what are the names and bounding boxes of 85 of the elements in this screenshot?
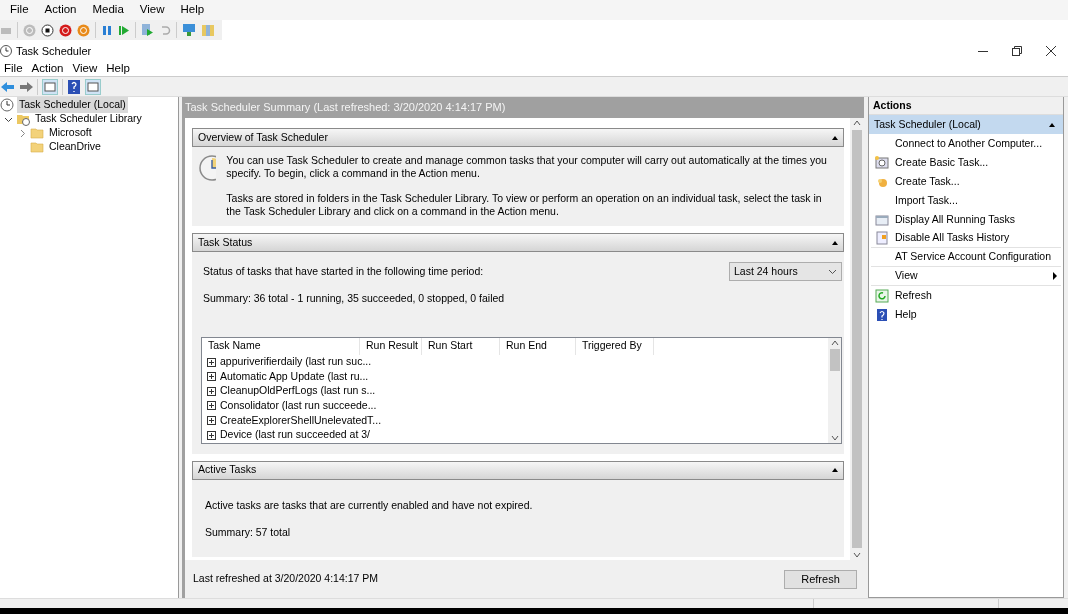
command-link[interactable]: AT Service Account Configuration: [893, 249, 1052, 265]
menu-item[interactable]: View: [131, 1, 173, 19]
folder-icon: [30, 140, 44, 154]
collapse-icon[interactable]: [832, 135, 838, 140]
panel-title: Task Scheduler Summary (Last refreshed: 3/20/2020 4:14:17 PM): [184, 100, 507, 115]
command-link[interactable]: Create Task...: [893, 173, 960, 190]
command-link[interactable]: Create Basic Task...: [893, 154, 989, 171]
command-link[interactable]: Disable All Tasks History: [893, 230, 1010, 246]
menu-item[interactable]: File: [0, 60, 28, 78]
command-link[interactable]: Connect to Another Computer...: [893, 135, 1043, 152]
menu-item[interactable]: Action: [36, 1, 85, 19]
group-title: Task Scheduler (Local): [874, 116, 981, 132]
section-header[interactable]: Task Status: [192, 233, 844, 252]
submenu-arrow-icon: [1053, 272, 1057, 281]
scroll-up-icon[interactable]: [853, 118, 861, 128]
paragraph: Active tasks are tasks that are currently enabled and have not expired.: [205, 497, 534, 513]
close-icon[interactable]: [1046, 46, 1056, 56]
table-cell-text: CreateExplorerShellUnelevatedT...: [220, 412, 382, 428]
paragraph: You can use Task Scheduler to create and manage common tasks that your computer will carry out automatically at the times you specify. To begin, click a command in the Action menu.: [226, 154, 828, 180]
table-cell: appuriverifierdaily (last run suc...: [220, 354, 372, 370]
window-icon: [875, 212, 889, 227]
scrollbar[interactable]: [850, 118, 864, 560]
refresh-icon: [875, 288, 889, 303]
stop-icon[interactable]: [41, 23, 54, 37]
monitor-icon[interactable]: [182, 23, 196, 37]
table-cell-text: Automatic App Update (last ru...: [220, 368, 369, 384]
command-link[interactable]: View: [893, 268, 918, 284]
restore-icon[interactable]: [1012, 46, 1022, 56]
window-title: Task Scheduler: [16, 43, 92, 59]
table-cell: Device (last run succeeded at 3/: [220, 427, 370, 443]
shutdown-icon[interactable]: [59, 23, 72, 37]
table-cell-text: Consolidator (last run succeede...: [220, 397, 377, 413]
tree-item[interactable]: Task Scheduler (Local): [17, 97, 128, 113]
column-header[interactable]: Run Result: [360, 337, 422, 355]
checkpoint-icon[interactable]: [141, 23, 154, 37]
paragraph: Tasks are stored in folders in the Task Scheduler Library. To view or perform an operation on an individual task, select the task in the Task Scheduler Library and click on a command in the Action menu.: [226, 192, 823, 218]
section-title: Overview of Task Scheduler: [198, 129, 329, 145]
section-header[interactable]: Active Tasks: [192, 460, 844, 480]
pane-icon[interactable]: [42, 78, 58, 95]
tree-item[interactable]: Microsoft: [47, 125, 94, 141]
forward-icon[interactable]: [19, 80, 33, 93]
summary-text: Summary: 36 total - 1 running, 35 succeeded, 0 stopped, 0 failed: [203, 291, 506, 306]
column-header[interactable]: Run End: [500, 337, 576, 355]
period-label: Status of tasks that have started in the following time period:: [203, 263, 484, 279]
panel-title: Actions: [869, 97, 1063, 115]
period-dropdown[interactable]: Last 24 hours: [729, 262, 842, 281]
refresh-button[interactable]: Refresh: [784, 569, 857, 589]
back-icon[interactable]: [1, 80, 15, 93]
paragraph: Summary: 57 total: [205, 524, 292, 540]
last-refreshed-text: Last refreshed at 3/20/2020 4:14:17 PM: [193, 571, 379, 587]
scrollbar[interactable]: [828, 337, 841, 443]
wizard-icon: [875, 155, 889, 170]
scroll-thumb[interactable]: [829, 348, 840, 371]
scroll-down-icon[interactable]: [853, 550, 861, 560]
command-link[interactable]: Refresh: [893, 287, 932, 304]
menu-item[interactable]: File: [2, 1, 37, 19]
column-header[interactable]: Task Name: [202, 337, 360, 355]
folder-clock-icon: [16, 112, 30, 126]
menu-item[interactable]: View: [68, 60, 103, 78]
pause-icon[interactable]: [101, 24, 113, 36]
column-header[interactable]: Run Start: [422, 337, 500, 355]
command-link[interactable]: Import Task...: [893, 192, 958, 209]
table-cell-text: CleanupOldPerfLogs (last run s...: [220, 383, 376, 399]
command-link[interactable]: Help: [893, 306, 917, 323]
help-icon: [875, 307, 889, 322]
list-icon: [875, 231, 889, 245]
section-title: Task Status: [198, 234, 254, 250]
collapse-icon[interactable]: [832, 240, 838, 245]
collapse-icon[interactable]: [1049, 122, 1055, 127]
menu-item[interactable]: Media: [84, 1, 132, 19]
chevron-icon: [828, 267, 837, 276]
action-group-header[interactable]: Task Scheduler (Local): [869, 115, 1063, 134]
menu-item[interactable]: Action: [27, 60, 69, 78]
section-header[interactable]: Overview of Task Scheduler: [192, 128, 844, 147]
tree-item[interactable]: CleanDrive: [47, 139, 103, 155]
folder-icon: [30, 126, 44, 140]
collapse-icon[interactable]: [832, 468, 838, 473]
menu-item[interactable]: Help: [102, 60, 135, 78]
column-header[interactable]: Triggered By: [576, 337, 654, 355]
section-title: Active Tasks: [198, 462, 258, 478]
tree-item[interactable]: Task Scheduler Library: [33, 111, 144, 127]
menu-item[interactable]: Help: [172, 1, 213, 19]
help-icon[interactable]: [67, 78, 81, 95]
command-link[interactable]: Display All Running Tasks: [893, 211, 1016, 228]
play-icon[interactable]: [118, 24, 130, 36]
